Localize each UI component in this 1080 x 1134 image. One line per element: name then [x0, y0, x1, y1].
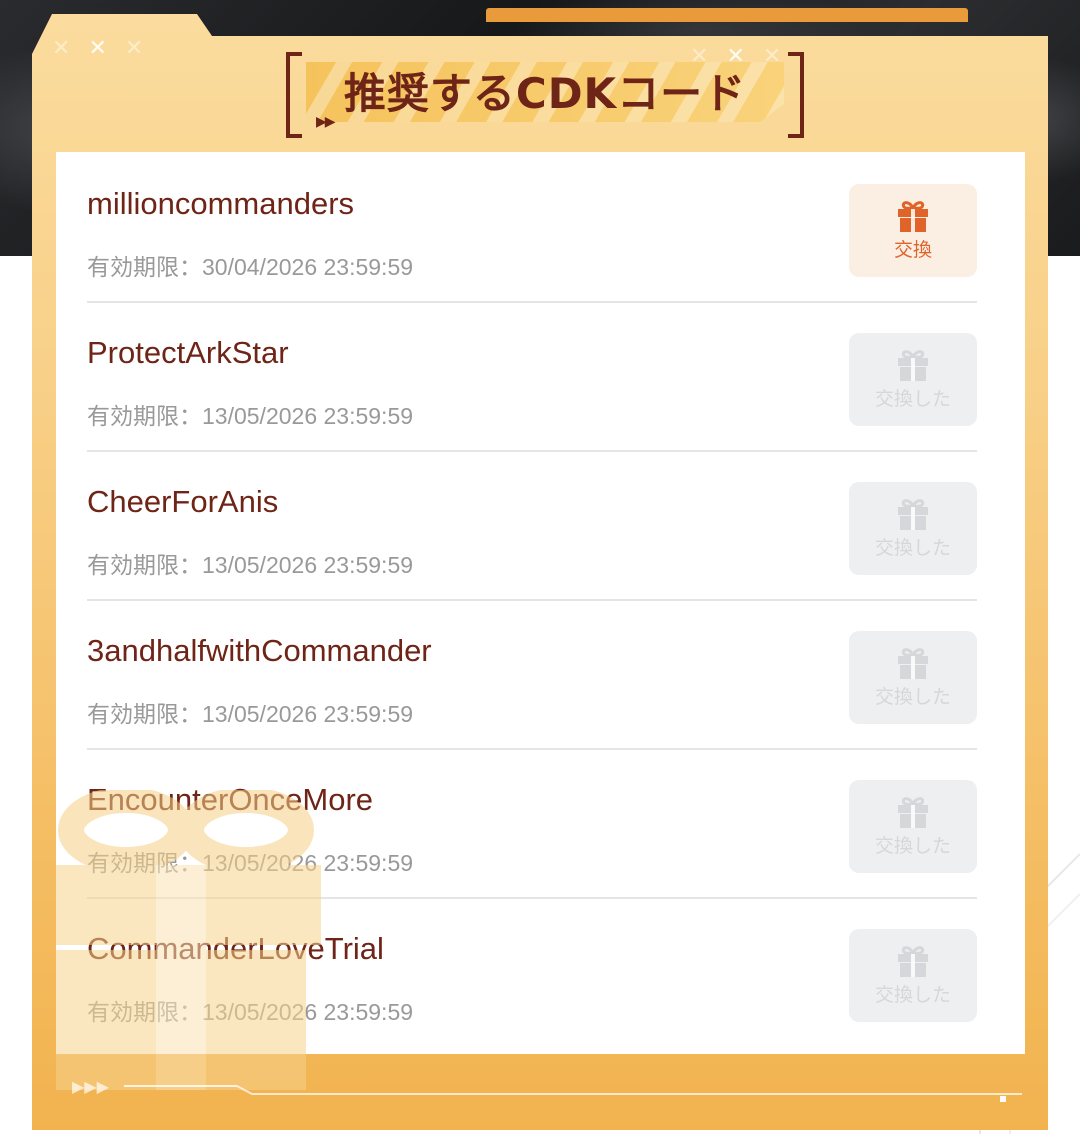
cdk-code: millioncommanders — [87, 186, 355, 221]
gift-icon — [898, 350, 928, 381]
svg-text:▶▶▶: ▶▶▶ — [72, 1077, 110, 1096]
cdk-row: millioncommanders 有効期限：30/04/2026 23:59:5… — [87, 152, 977, 303]
cdk-code: ProtectArkStar — [87, 335, 289, 370]
cdk-expiry: 有効期限：13/05/2026 23:59:59 — [87, 701, 414, 727]
cdk-row: CheerForAnis 有効期限：13/05/2026 23:59:59 交換した — [87, 450, 977, 601]
redeemed-button[interactable]: 交換した — [849, 482, 977, 575]
cdk-row: CommanderLoveTrial 有効期限：13/05/2026 23:59:… — [87, 897, 977, 1046]
redeem-button[interactable]: 交換 — [849, 184, 977, 277]
cdk-row: EncounterOnceMore 有効期限：13/05/2026 23:59:5… — [87, 748, 977, 899]
cdk-code: CommanderLoveTrial — [87, 931, 384, 966]
gift-icon — [898, 499, 928, 530]
play-arrows-icon: ▶▶ — [316, 114, 335, 130]
cdk-expiry: 有効期限：13/05/2026 23:59:59 — [87, 403, 414, 429]
footer-decoration: ▶▶▶ — [72, 1077, 1022, 1102]
gift-icon — [898, 797, 928, 828]
cdk-code: EncounterOnceMore — [87, 782, 374, 817]
redeemed-button[interactable]: 交換した — [849, 631, 977, 724]
title-banner: 推奨するCDKコード ▶▶ — [286, 52, 804, 138]
gift-icon — [898, 201, 928, 232]
gift-icon — [898, 648, 928, 679]
title-bracket-right — [788, 52, 804, 138]
cdk-row: ProtectArkStar 有効期限：13/05/2026 23:59:59 交換… — [87, 301, 977, 452]
redeem-button-label: 交換した — [874, 835, 951, 857]
decor-x-marks-left: ✕✕✕ — [52, 36, 162, 61]
cdk-expiry: 有効期限：30/04/2026 23:59:59 — [87, 254, 414, 280]
gift-icon — [898, 946, 928, 977]
cdk-list: millioncommanders 有効期限：30/04/2026 23:59:5… — [56, 152, 1025, 1054]
cdk-expiry: 有効期限：13/05/2026 23:59:59 — [87, 999, 414, 1025]
redeem-button-label: 交換した — [874, 388, 951, 410]
cdk-code: CheerForAnis — [87, 484, 279, 519]
redeemed-button[interactable]: 交換した — [849, 780, 977, 873]
redeem-button-label: 交換した — [874, 984, 951, 1006]
redeem-button-label: 交換 — [893, 239, 932, 261]
redeemed-button[interactable]: 交換した — [849, 333, 977, 426]
cdk-expiry: 有効期限：13/05/2026 23:59:59 — [87, 850, 414, 876]
cdk-row: 3andhalfwithCommander 有効期限：13/05/2026 23:… — [87, 599, 977, 750]
panel-tab-accent — [486, 8, 968, 22]
redeemed-button[interactable]: 交換した — [849, 929, 977, 1022]
redeem-button-label: 交換した — [874, 537, 951, 559]
cdk-expiry: 有効期限：13/05/2026 23:59:59 — [87, 552, 414, 578]
page-title: 推奨するCDKコード — [343, 69, 747, 118]
redeem-button-label: 交換した — [874, 686, 951, 708]
cdk-code: 3andhalfwithCommander — [87, 633, 432, 668]
